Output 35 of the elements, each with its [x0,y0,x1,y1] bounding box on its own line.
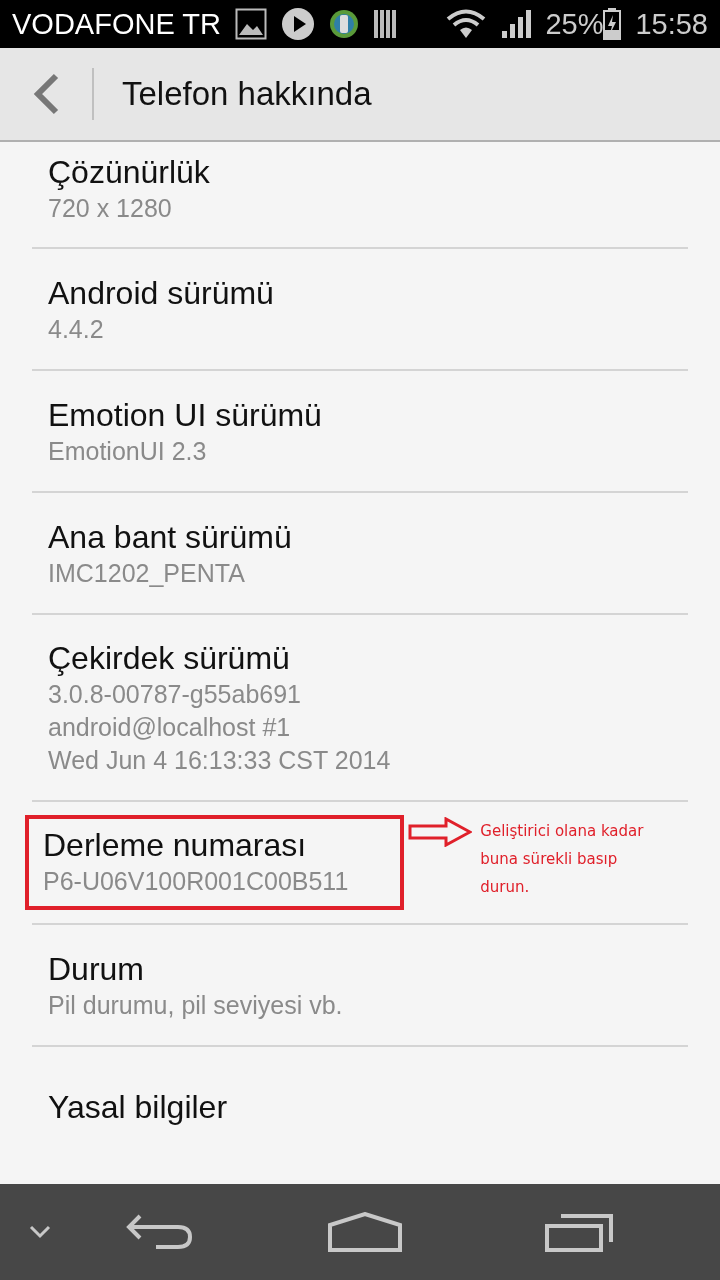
annotation-note: Geliştirici olana kadar buna sürekli basıp durun. [480,820,645,898]
screen-title: Telefon hakkında [122,75,372,113]
battery-charging-icon [603,8,622,40]
chevron-left-icon [32,73,60,115]
carrier-name: VODAFONE TR [12,7,221,41]
setting-value: P6-U06V100R001C00B511 [43,866,349,897]
wifi-icon [445,8,488,40]
stacked-windows-icon [545,1212,615,1252]
setting-value: Pil durumu, pil seviyesi vb. [48,989,343,1021]
home-icon [328,1212,402,1252]
setting-title[interactable]: Çekirdek sürümü [48,638,391,678]
clock: 15:58 [635,7,708,41]
setting-value: 3.0.8-00787-g55ab691 [48,679,302,710]
setting-title[interactable]: Ana bant sürümü [48,516,292,557]
setting-title[interactable]: Emotion UI sürümü [48,394,322,435]
setting-title[interactable]: Durum [48,948,343,989]
signal-icon [501,9,532,39]
image-icon [234,8,267,40]
battery-percent: 25% [545,7,604,41]
chevron-down-icon [29,1225,51,1239]
setting-title[interactable]: Yasal bilgiler [48,1087,228,1127]
setting-title[interactable]: Derleme numarası [43,825,349,865]
setting-value: 4.4.2 [48,313,105,345]
stripes-icon [372,9,399,39]
return-arrow-icon [126,1213,194,1251]
setting-title[interactable]: Android sürümü [48,272,274,313]
phone-app-icon [328,9,359,39]
setting-value: Wed Jun 4 16:13:33 CST 2014 [48,745,391,776]
arrow-icon [408,816,473,847]
setting-value: EmotionUI 2.3 [48,435,208,467]
play-icon [280,7,315,41]
setting-value: 720 x 1280 [48,193,173,224]
setting-value: android@localhost #1 [48,712,292,743]
setting-value: IMC1202_PENTA [48,557,246,589]
setting-title[interactable]: Çözünürlük [48,152,210,192]
